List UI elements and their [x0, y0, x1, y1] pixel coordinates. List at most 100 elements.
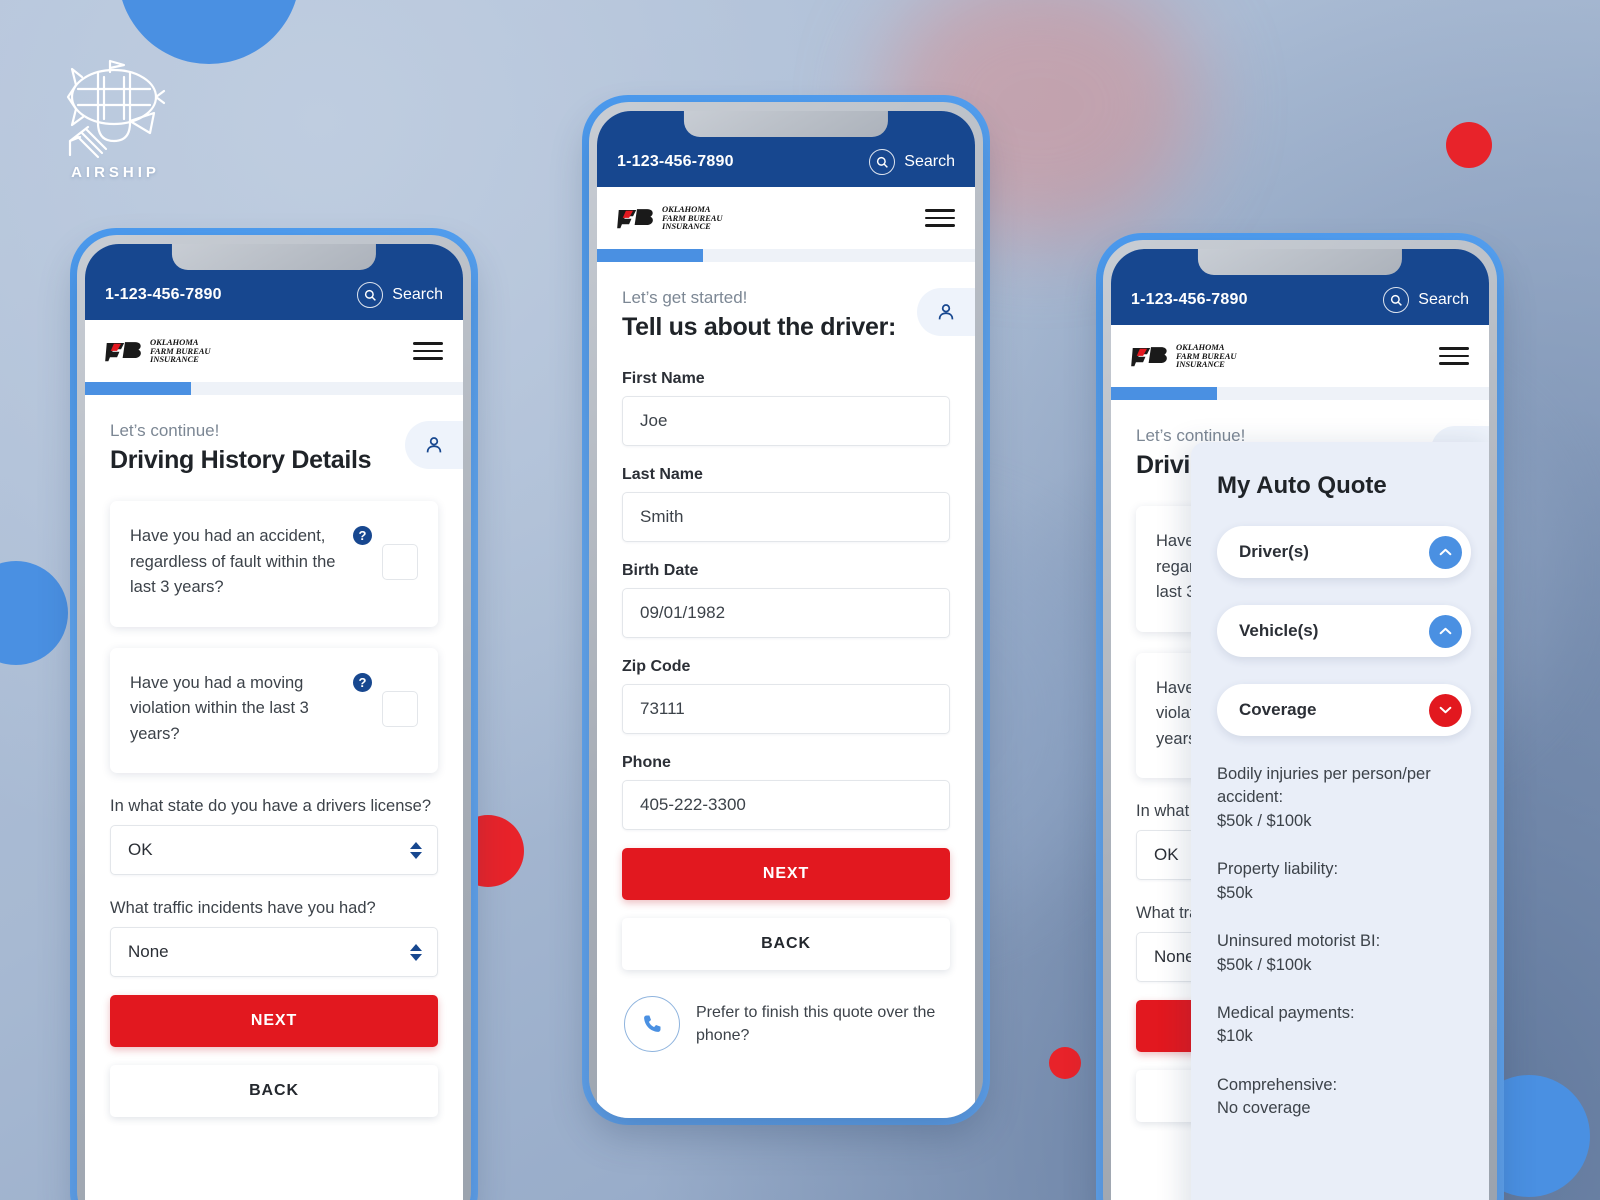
quote-row-label: Driver(s) — [1239, 542, 1309, 561]
coverage-label: Uninsured motorist BI: — [1217, 932, 1381, 951]
left-progress-fill — [85, 382, 191, 395]
center-progress-fill — [597, 249, 703, 262]
help-icon[interactable]: ? — [353, 672, 372, 692]
farm-bureau-logo[interactable]: OKLAHOMA FARM BUREAU INSURANCE — [105, 338, 211, 365]
last-name-input[interactable]: Smith — [622, 492, 950, 542]
quote-row-drivers[interactable]: Driver(s) — [1217, 526, 1471, 578]
center-search-button[interactable]: Search — [869, 149, 955, 175]
logo-line-3: INSURANCE — [150, 354, 199, 365]
quote-row-label: Coverage — [1239, 700, 1317, 719]
right-progress-bar — [1111, 387, 1489, 400]
fb-logo-icon — [105, 342, 141, 362]
airship-icon — [66, 59, 166, 159]
coverage-item: Comprehensive: No coverage — [1217, 1074, 1471, 1121]
next-button[interactable]: NEXT — [622, 848, 950, 900]
coverage-item: Medical payments: $10k — [1217, 1002, 1471, 1049]
left-page-body: Let’s continue! Driving History Details … — [85, 395, 463, 1118]
left-notch — [171, 244, 377, 270]
phone-center-bezel: 1-123-456-7890 Search OKLAHOMA FARM BURE… — [589, 102, 983, 1118]
left-search-label: Search — [392, 286, 443, 303]
menu-icon[interactable] — [413, 342, 443, 360]
next-button[interactable]: NEXT — [110, 995, 438, 1048]
zip-code-label: Zip Code — [622, 658, 691, 675]
phone-right: 1-123-456-7890 Search OKLAHOMA FARM BURE… — [1096, 233, 1504, 1200]
center-topbar: 1-123-456-7890 Search — [597, 111, 975, 187]
question-text: Have you had an accident, regardless of … — [130, 527, 336, 597]
state-question-label: In what state do you have a drivers lice… — [110, 797, 432, 816]
question-text: Have you had a moving violation within t… — [130, 673, 309, 743]
state-select[interactable]: OK — [110, 825, 438, 876]
phone-left-screen: 1-123-456-7890 Search OKLAHOMA FARM BURE… — [85, 244, 463, 1200]
zip-code-input[interactable]: 73111 — [622, 684, 950, 734]
phone-center-screen: 1-123-456-7890 Search OKLAHOMA FARM BURE… — [597, 111, 975, 1118]
incidents-select[interactable]: None — [110, 927, 438, 978]
back-button[interactable]: BACK — [622, 918, 950, 970]
center-search-label: Search — [904, 153, 955, 170]
question-card-accident[interactable]: Have you had an accident, regardless of … — [110, 501, 438, 627]
help-icon[interactable]: ? — [353, 526, 372, 545]
phone-input[interactable]: 405-222-3300 — [622, 780, 950, 830]
menu-icon[interactable] — [1439, 347, 1469, 365]
coverage-label: Property liability: — [1217, 860, 1339, 879]
question-card-violation[interactable]: Have you had a moving violation within t… — [110, 647, 438, 774]
phone-icon — [624, 996, 680, 1052]
right-search-label: Search — [1418, 291, 1469, 308]
fb-logo-icon — [1131, 347, 1167, 367]
phone-right-screen: 1-123-456-7890 Search OKLAHOMA FARM BURE… — [1111, 249, 1489, 1200]
chevron-up-icon[interactable] — [1429, 535, 1462, 569]
chevron-down-icon[interactable] — [1429, 693, 1462, 727]
quote-row-vehicles[interactable]: Vehicle(s) — [1217, 605, 1471, 657]
right-phone-number[interactable]: 1-123-456-7890 — [1131, 291, 1248, 309]
left-account-button[interactable] — [405, 421, 463, 469]
phone-label: Phone — [622, 754, 671, 771]
birth-date-input[interactable]: 09/01/1982 — [622, 588, 950, 638]
right-progress-fill — [1111, 387, 1217, 400]
left-progress-bar — [85, 382, 463, 395]
question-checkbox[interactable] — [382, 690, 418, 727]
logo-line-3: INSURANCE — [1176, 359, 1225, 370]
coverage-label: Medical payments: — [1217, 1003, 1355, 1022]
right-notch — [1197, 249, 1403, 275]
center-headline: Tell us about the driver: — [622, 313, 897, 341]
left-brandbar: OKLAHOMA FARM BUREAU INSURANCE — [85, 320, 463, 382]
menu-icon[interactable] — [925, 209, 955, 227]
search-icon — [869, 149, 896, 175]
center-phone-number[interactable]: 1-123-456-7890 — [617, 153, 734, 171]
left-eyebrow: Let’s continue! — [110, 421, 220, 440]
airship-wordmark: AIRSHIP — [71, 164, 160, 181]
first-name-label: First Name — [622, 370, 705, 387]
coverage-label: Comprehensive: — [1217, 1075, 1338, 1094]
phone-cta-text: Prefer to finish this quote over the pho… — [696, 1003, 936, 1044]
airship-watermark: AIRSHIP — [58, 55, 173, 181]
stepper-icon — [410, 943, 422, 961]
back-button[interactable]: BACK — [110, 1065, 438, 1118]
incidents-select-value: None — [1154, 947, 1195, 967]
center-page-body: Let’s get started! Tell us about the dri… — [597, 262, 975, 1052]
right-search-button[interactable]: Search — [1383, 287, 1469, 313]
phone-quote-cta[interactable]: Prefer to finish this quote over the pho… — [622, 970, 950, 1052]
phone-left-bezel: 1-123-456-7890 Search OKLAHOMA FARM BURE… — [77, 235, 471, 1200]
left-topbar: 1-123-456-7890 Search — [85, 244, 463, 320]
left-headline: Driving History Details — [110, 446, 372, 474]
center-account-button[interactable] — [917, 288, 975, 336]
decorative-circle-red-small — [1049, 1047, 1081, 1079]
quote-row-label: Vehicle(s) — [1239, 621, 1319, 640]
first-name-input[interactable]: Joe — [622, 396, 950, 446]
incidents-select-value: None — [128, 942, 169, 962]
quote-row-coverage[interactable]: Coverage — [1217, 684, 1471, 736]
decorative-circle-red-top-right — [1446, 122, 1492, 168]
birth-date-label: Birth Date — [622, 562, 699, 579]
left-search-button[interactable]: Search — [357, 282, 443, 308]
farm-bureau-logo[interactable]: OKLAHOMA FARM BUREAU INSURANCE — [617, 205, 723, 231]
incidents-question-label: What traffic incidents have you had? — [110, 899, 376, 918]
center-notch — [683, 111, 889, 137]
left-phone-number[interactable]: 1-123-456-7890 — [105, 286, 222, 304]
center-brandbar: OKLAHOMA FARM BUREAU INSURANCE — [597, 187, 975, 249]
coverage-value: No coverage — [1217, 1099, 1311, 1118]
coverage-item: Property liability: $50k — [1217, 858, 1471, 905]
right-topbar: 1-123-456-7890 Search — [1111, 249, 1489, 325]
chevron-up-icon[interactable] — [1429, 614, 1462, 648]
last-name-label: Last Name — [622, 466, 703, 483]
farm-bureau-logo[interactable]: OKLAHOMA FARM BUREAU INSURANCE — [1131, 343, 1237, 370]
question-checkbox[interactable] — [382, 544, 418, 580]
